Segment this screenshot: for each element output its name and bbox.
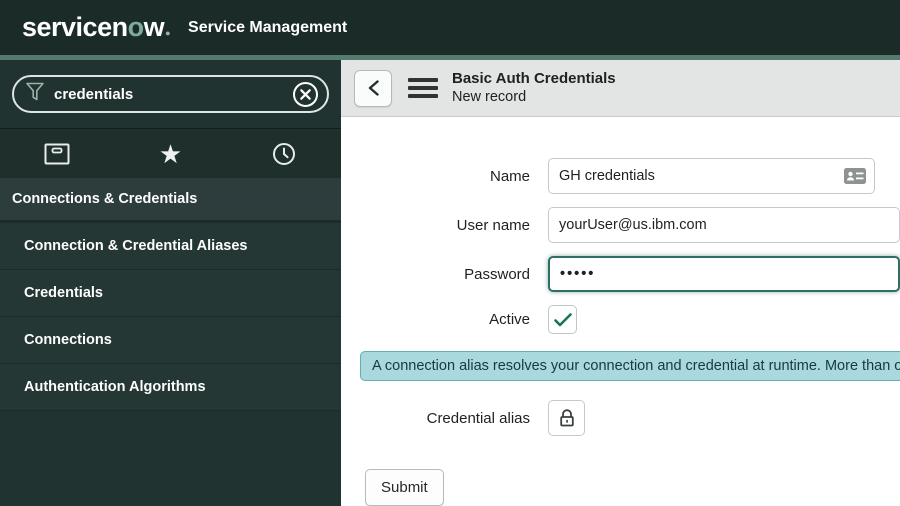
- active-label: Active: [489, 311, 530, 328]
- form-context-menu-icon[interactable]: [408, 74, 438, 102]
- navigator-search-input[interactable]: [54, 85, 292, 103]
- field-row-credential-alias: Credential alias: [341, 400, 900, 436]
- navigator-search-section: [0, 60, 341, 128]
- field-row-active: Active: [341, 305, 900, 334]
- name-input[interactable]: [548, 158, 875, 194]
- record-form-pane: Basic Auth Credentials New record Name U…: [341, 60, 900, 506]
- credential-alias-label: Credential alias: [426, 409, 530, 427]
- tab-favorites[interactable]: ★: [114, 129, 228, 178]
- logo-trademark: ●: [165, 28, 171, 38]
- lock-icon: [559, 409, 574, 427]
- reference-lookup-icon[interactable]: [843, 167, 867, 185]
- name-label: Name: [489, 167, 530, 185]
- application-navigator: ★ Connections & Credentials Connection &…: [0, 60, 341, 506]
- record-form: Name User name Password Active: [341, 117, 900, 506]
- funnel-icon: [26, 82, 44, 107]
- field-row-password: Password: [341, 256, 900, 292]
- lock-button[interactable]: [548, 400, 585, 436]
- tab-all-applications[interactable]: [0, 129, 114, 178]
- nav-item-authentication-algorithms[interactable]: Authentication Algorithms: [0, 364, 341, 411]
- nav-item-connection-credential-aliases[interactable]: Connection & Credential Aliases: [0, 223, 341, 270]
- record-title: Basic Auth Credentials: [452, 69, 616, 87]
- record-title-block: Basic Auth Credentials New record: [452, 70, 616, 107]
- all-applications-box-icon: [44, 143, 70, 164]
- favorites-star-icon: ★: [158, 138, 183, 169]
- password-label: Password: [464, 265, 530, 283]
- field-row-username: User name: [341, 207, 900, 243]
- servicenow-logo: servicen o w ●: [22, 12, 171, 43]
- username-label: User name: [456, 216, 530, 234]
- history-clock-icon: [273, 142, 296, 165]
- navigator-search-box[interactable]: [12, 75, 329, 113]
- logo-accent-o: o: [127, 12, 145, 42]
- active-checkbox[interactable]: [548, 305, 577, 334]
- field-row-name: Name: [341, 158, 900, 194]
- record-subtitle: New record: [452, 89, 527, 106]
- navigator-tabs: ★: [0, 128, 341, 178]
- nav-section-connections-credentials[interactable]: Connections & Credentials: [0, 178, 341, 223]
- tab-history[interactable]: [227, 129, 341, 178]
- checkmark-icon: [553, 312, 572, 326]
- clear-search-icon[interactable]: [292, 81, 319, 108]
- nav-empty-space: [0, 411, 341, 506]
- back-chevron-icon: [368, 80, 379, 96]
- record-header-bar: Basic Auth Credentials New record: [341, 60, 900, 117]
- logo-text-1: servicen: [22, 12, 128, 42]
- app-header: servicen o w ● Service Management: [0, 0, 900, 55]
- back-button[interactable]: [354, 69, 392, 107]
- logo-text-2: w: [143, 12, 165, 42]
- nav-item-credentials[interactable]: Credentials: [0, 270, 341, 317]
- password-input[interactable]: [548, 256, 900, 292]
- submit-button[interactable]: Submit: [365, 469, 444, 506]
- connection-alias-info-banner: A connection alias resolves your connect…: [360, 351, 900, 381]
- product-name: Service Management: [188, 18, 348, 36]
- nav-item-connections[interactable]: Connections: [0, 317, 341, 364]
- username-input[interactable]: [548, 207, 900, 243]
